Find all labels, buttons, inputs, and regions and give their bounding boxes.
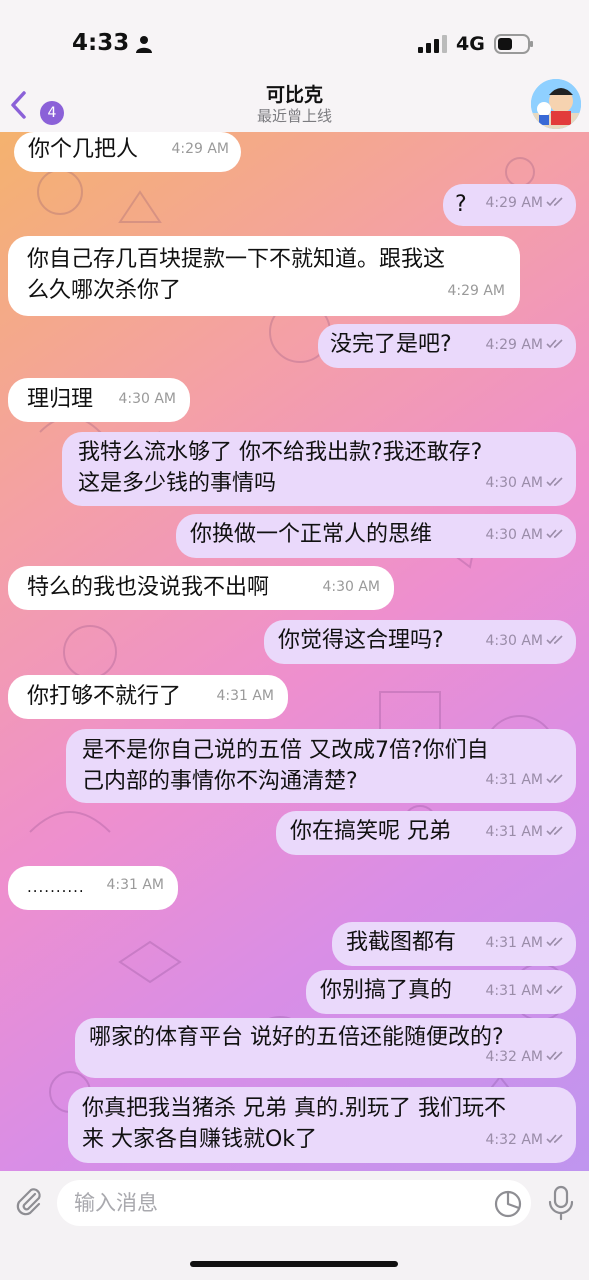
double-check-icon bbox=[546, 529, 563, 539]
network-type: 4G bbox=[456, 33, 485, 55]
message-time: 4:29 AM bbox=[485, 337, 543, 353]
double-check-icon bbox=[546, 477, 563, 487]
double-check-icon bbox=[546, 197, 563, 207]
message-meta: 4:30 AM bbox=[485, 520, 566, 551]
outgoing-message[interactable]: 你真把我当猪杀 兄弟 真的.别玩了 我们玩不 来 大家各自赚钱就Ok了 4:32… bbox=[68, 1087, 576, 1163]
message-meta: 4:32 AM bbox=[485, 1042, 566, 1073]
message-time: 4:31 AM bbox=[485, 824, 543, 840]
message-meta: 4:29 AM bbox=[485, 330, 566, 361]
message-meta: 4:30 AM bbox=[485, 468, 566, 499]
outgoing-message[interactable]: 你在搞笑呢 兄弟 4:31 AM bbox=[276, 811, 576, 855]
message-time: 4:31 AM bbox=[485, 983, 543, 999]
message-text: 你打够不就行了 bbox=[27, 684, 182, 709]
message-time: 4:30 AM bbox=[118, 391, 176, 407]
outgoing-message[interactable]: 你别搞了真的 4:31 AM bbox=[306, 970, 576, 1014]
double-check-icon bbox=[546, 774, 563, 784]
sticker-icon[interactable] bbox=[493, 1189, 523, 1219]
outgoing-message[interactable]: 是不是你自己说的五倍 又改成7倍?你们自 己内部的事情你不沟通清楚? 4:31 … bbox=[66, 729, 576, 803]
battery-icon bbox=[494, 34, 533, 54]
message-time: 4:30 AM bbox=[322, 579, 380, 595]
message-meta: 4:31 AM bbox=[485, 765, 566, 796]
message-text: 特么的我也没说我不出啊 bbox=[27, 575, 270, 600]
chat-header: 4 可比克 最近曾上线 bbox=[0, 78, 589, 132]
outgoing-message[interactable]: ? 4:29 AM bbox=[443, 184, 576, 226]
status-time: 4:33 bbox=[72, 30, 130, 56]
message-time: 4:32 AM bbox=[485, 1049, 543, 1065]
message-meta: 4:31 AM bbox=[485, 976, 566, 1007]
double-check-icon bbox=[546, 937, 563, 947]
message-time: 4:32 AM bbox=[485, 1132, 543, 1148]
message-list[interactable]: 你个几把人 4:29 AM ? 4:29 AM 你自己存几百块提款一下不就知道。… bbox=[0, 132, 589, 1171]
message-text: 你真把我当猪杀 兄弟 真的.别玩了 我们玩不 来 大家各自赚钱就Ok了 bbox=[82, 1096, 506, 1152]
message-text: 我特么流水够了 你不给我出款?我还敢存? 这是多少钱的事情吗 bbox=[78, 440, 483, 496]
message-time: 4:29 AM bbox=[485, 195, 543, 211]
message-meta: 4:31 AM bbox=[485, 928, 566, 959]
message-text: 是不是你自己说的五倍 又改成7倍?你们自 己内部的事情你不沟通清楚? bbox=[82, 738, 489, 794]
message-meta: 4:30 AM bbox=[485, 626, 566, 657]
message-text: 你别搞了真的 bbox=[320, 978, 453, 1003]
double-check-icon bbox=[546, 1134, 563, 1144]
last-seen-status: 最近曾上线 bbox=[256, 107, 332, 125]
message-text: ? bbox=[455, 192, 467, 217]
double-check-icon bbox=[546, 1051, 563, 1061]
message-input[interactable]: 输入消息 bbox=[57, 1180, 531, 1226]
message-input-bar: 输入消息 bbox=[0, 1171, 589, 1280]
message-time: 4:31 AM bbox=[485, 772, 543, 788]
message-text: 你在搞笑呢 兄弟 bbox=[290, 819, 451, 844]
message-time: 4:29 AM bbox=[171, 141, 229, 157]
message-time: 4:31 AM bbox=[216, 688, 274, 704]
chat-title[interactable]: 可比克 bbox=[0, 80, 589, 107]
double-check-icon bbox=[546, 826, 563, 836]
incoming-message[interactable]: .......... 4:31 AM bbox=[8, 866, 178, 910]
status-bar: 4:33 4G bbox=[0, 0, 589, 78]
outgoing-message[interactable]: 你觉得这合理吗? 4:30 AM bbox=[264, 620, 576, 664]
message-text: 你换做一个正常人的思维 bbox=[190, 522, 433, 547]
double-check-icon bbox=[546, 635, 563, 645]
avatar-image bbox=[531, 79, 581, 129]
person-icon bbox=[136, 36, 152, 53]
message-time: 4:29 AM bbox=[447, 283, 505, 299]
message-text: 我截图都有 bbox=[346, 930, 457, 955]
message-text: 理归理 bbox=[27, 387, 94, 412]
message-text: 哪家的体育平台 说好的五倍还能随便改的? bbox=[89, 1025, 504, 1050]
message-meta: 4:29 AM bbox=[485, 188, 566, 219]
outgoing-message[interactable]: 哪家的体育平台 说好的五倍还能随便改的? 4:32 AM bbox=[75, 1018, 576, 1078]
message-text: 你觉得这合理吗? bbox=[278, 628, 444, 653]
message-text: 你自己存几百块提款一下不就知道。跟我这 么久哪次杀你了 bbox=[27, 247, 446, 303]
incoming-message[interactable]: 特么的我也没说我不出啊 4:30 AM bbox=[8, 566, 394, 610]
message-meta: 4:31 AM bbox=[485, 817, 566, 848]
incoming-message[interactable]: 你打够不就行了 4:31 AM bbox=[8, 675, 288, 719]
message-text: .......... bbox=[27, 878, 85, 896]
message-text: 你个几把人 bbox=[28, 137, 139, 162]
double-check-icon bbox=[546, 985, 563, 995]
message-time: 4:30 AM bbox=[485, 527, 543, 543]
incoming-message[interactable]: 你个几把人 4:29 AM bbox=[14, 132, 241, 172]
outgoing-message[interactable]: 我特么流水够了 你不给我出款?我还敢存? 这是多少钱的事情吗 4:30 AM bbox=[62, 432, 576, 506]
double-check-icon bbox=[546, 339, 563, 349]
incoming-message[interactable]: 你自己存几百块提款一下不就知道。跟我这 么久哪次杀你了 4:29 AM bbox=[8, 236, 520, 316]
message-meta: 4:32 AM bbox=[485, 1125, 566, 1156]
outgoing-message[interactable]: 你换做一个正常人的思维 4:30 AM bbox=[176, 514, 576, 558]
outgoing-message[interactable]: 没完了是吧? 4:29 AM bbox=[318, 324, 576, 368]
microphone-icon[interactable] bbox=[548, 1185, 574, 1221]
message-time: 4:30 AM bbox=[485, 475, 543, 491]
message-time: 4:30 AM bbox=[485, 633, 543, 649]
outgoing-message[interactable]: 我截图都有 4:31 AM bbox=[332, 922, 576, 966]
paperclip-icon[interactable] bbox=[13, 1185, 45, 1217]
incoming-message[interactable]: 理归理 4:30 AM bbox=[8, 378, 190, 422]
message-time: 4:31 AM bbox=[485, 935, 543, 951]
message-text: 没完了是吧? bbox=[330, 332, 452, 357]
home-indicator bbox=[190, 1261, 398, 1267]
contact-avatar[interactable] bbox=[531, 79, 581, 129]
message-time: 4:31 AM bbox=[106, 877, 164, 893]
cellular-signal-icon bbox=[418, 35, 447, 53]
